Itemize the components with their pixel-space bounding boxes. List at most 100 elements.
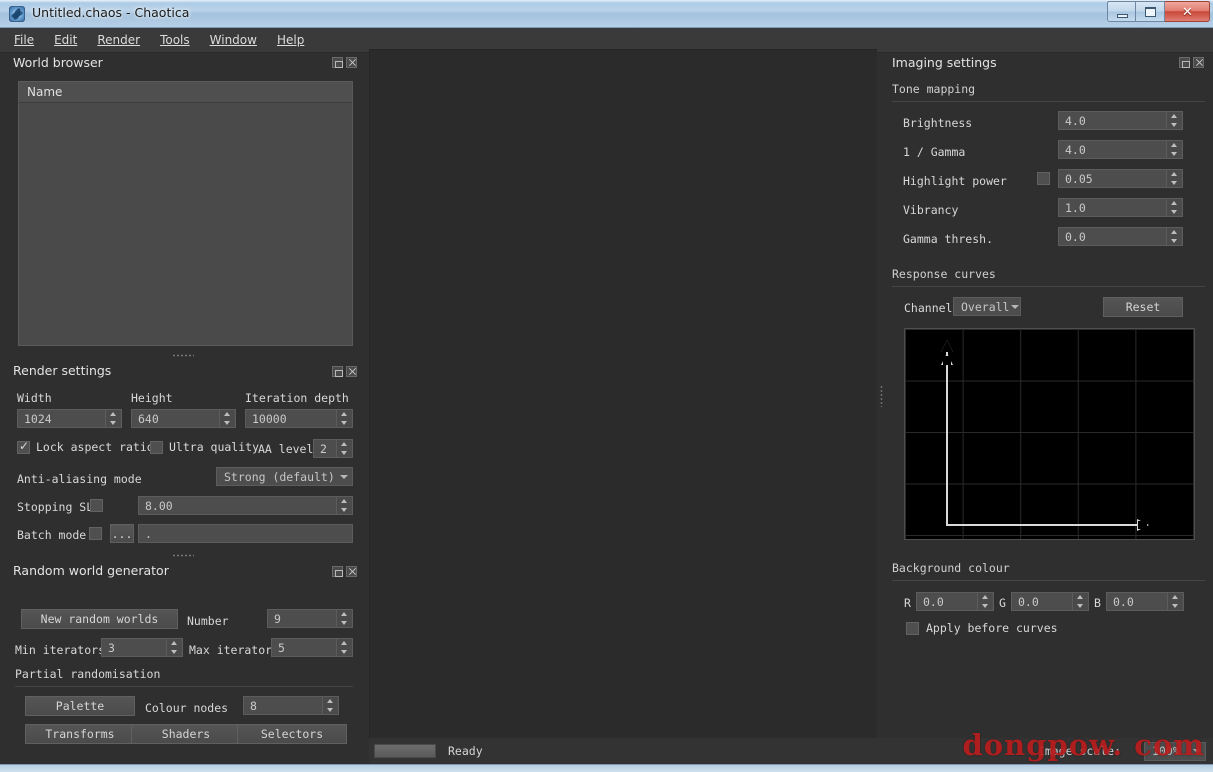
gamma-input[interactable]: 4.0: [1058, 140, 1183, 159]
iteration-depth-input[interactable]: 10000: [245, 409, 353, 428]
number-stepper[interactable]: [336, 610, 351, 627]
highlight-power-input[interactable]: 0.05: [1058, 169, 1183, 188]
colour-nodes-stepper[interactable]: [322, 697, 337, 714]
width-input[interactable]: 1024: [17, 409, 122, 428]
width-value: 1024: [18, 412, 105, 426]
world-browser-float-icon[interactable]: [332, 57, 343, 68]
render-viewport[interactable]: [369, 49, 877, 738]
menu-render[interactable]: Render: [97, 31, 150, 49]
iteration-depth-value: 10000: [246, 412, 336, 426]
render-settings-splitter[interactable]: [0, 551, 365, 560]
max-iterators-label: Max iterators: [189, 643, 279, 657]
random-world-generator-float-icon[interactable]: [332, 566, 343, 577]
background-colour-divider: [892, 580, 1205, 581]
iteration-depth-stepper[interactable]: [336, 410, 351, 427]
bg-b-stepper[interactable]: [1167, 593, 1182, 610]
vibrancy-stepper[interactable]: [1166, 199, 1181, 216]
menu-file[interactable]: File: [14, 31, 44, 49]
maximize-button[interactable]: [1136, 1, 1165, 22]
world-browser-list[interactable]: Name: [18, 81, 353, 346]
menu-tools[interactable]: Tools: [160, 31, 200, 49]
colour-nodes-input[interactable]: 8: [243, 696, 339, 715]
world-browser-close-icon[interactable]: [346, 57, 357, 68]
bg-g-input[interactable]: 0.0: [1011, 592, 1089, 611]
batch-mode-checkbox[interactable]: [89, 527, 102, 540]
render-settings-float-icon[interactable]: [332, 366, 343, 377]
world-browser-dock-controls: [332, 57, 357, 68]
menu-help[interactable]: Help: [277, 31, 314, 49]
window-controls: ✕: [1107, 1, 1210, 22]
max-iterators-stepper[interactable]: [336, 639, 351, 656]
transforms-button[interactable]: Transforms: [25, 724, 135, 744]
width-stepper[interactable]: [105, 410, 120, 427]
brightness-stepper[interactable]: [1166, 112, 1181, 129]
splitter-grip: [880, 385, 883, 407]
world-browser-column-name: Name: [27, 85, 62, 99]
minimize-icon: [1117, 14, 1128, 18]
random-world-generator-dock-controls: [332, 566, 357, 577]
highlight-power-stepper[interactable]: [1166, 170, 1181, 187]
max-iterators-input[interactable]: 5: [271, 638, 353, 657]
height-value: 640: [132, 412, 219, 426]
imaging-settings-title: Imaging settings: [892, 55, 997, 70]
title-bar: Untitled.chaos - Chaotica ✕: [0, 0, 1213, 28]
iteration-depth-label: Iteration depth: [245, 391, 349, 405]
bg-g-value: 0.0: [1012, 595, 1072, 609]
bg-g-stepper[interactable]: [1072, 593, 1087, 610]
minimize-button[interactable]: [1107, 1, 1136, 22]
left-dock-column: World browser Name Render settings Width…: [0, 53, 365, 764]
vibrancy-input[interactable]: 1.0: [1058, 198, 1183, 217]
min-iterators-label: Min iterators: [15, 643, 105, 657]
render-canvas[interactable]: [372, 52, 875, 736]
stopping-sl-checkbox[interactable]: [90, 499, 103, 512]
stopping-sl-input[interactable]: 8.00: [138, 496, 353, 515]
stopping-sl-stepper[interactable]: [336, 497, 351, 514]
menu-edit[interactable]: Edit: [54, 31, 87, 49]
shaders-button[interactable]: Shaders: [131, 724, 241, 744]
response-curve-editor[interactable]: [904, 328, 1195, 540]
min-iterators-stepper[interactable]: [166, 639, 181, 656]
brightness-input[interactable]: 4.0: [1058, 111, 1183, 130]
height-input[interactable]: 640: [131, 409, 236, 428]
batch-browse-button[interactable]: ...: [110, 524, 134, 543]
aa-level-stepper[interactable]: [336, 440, 351, 457]
bg-b-input[interactable]: 0.0: [1106, 592, 1184, 611]
bg-r-input[interactable]: 0.0: [916, 592, 994, 611]
menu-window[interactable]: Window: [210, 31, 267, 49]
batch-path-input[interactable]: .: [138, 524, 353, 543]
tone-mapping-divider: [892, 101, 1205, 102]
highlight-power-checkbox[interactable]: [1037, 172, 1050, 185]
ultra-quality-checkbox[interactable]: [150, 441, 163, 454]
new-random-worlds-button[interactable]: New random worlds: [21, 609, 178, 629]
imaging-settings-close-icon[interactable]: [1193, 57, 1204, 68]
lock-aspect-ratio-checkbox[interactable]: [17, 441, 30, 454]
imaging-settings-float-icon[interactable]: [1179, 57, 1190, 68]
ultra-quality-label: Ultra quality: [169, 440, 259, 454]
close-button[interactable]: ✕: [1165, 1, 1210, 22]
bg-r-stepper[interactable]: [977, 593, 992, 610]
number-input[interactable]: 9: [267, 609, 353, 628]
selectors-button[interactable]: Selectors: [237, 724, 347, 744]
aa-level-label: AA level: [258, 442, 313, 456]
channel-select[interactable]: Overall: [953, 297, 1021, 316]
anti-aliasing-mode-select[interactable]: Strong (default): [216, 467, 353, 486]
gamma-thresh-stepper[interactable]: [1166, 228, 1181, 245]
gamma-stepper[interactable]: [1166, 141, 1181, 158]
image-scale-select[interactable]: 100%: [1144, 742, 1206, 761]
world-browser-column-header[interactable]: Name: [19, 82, 352, 103]
render-settings-close-icon[interactable]: [346, 366, 357, 377]
splitter-grip: [172, 354, 194, 357]
palette-button[interactable]: Palette: [25, 696, 135, 716]
height-stepper[interactable]: [219, 410, 234, 427]
imaging-settings-dock-controls: [1179, 57, 1204, 68]
world-browser-list-body[interactable]: [19, 103, 352, 344]
apply-before-curves-checkbox[interactable]: [906, 622, 919, 635]
reset-curves-button[interactable]: Reset: [1103, 297, 1183, 317]
min-iterators-input[interactable]: 3: [101, 638, 183, 657]
min-iterators-value: 3: [102, 641, 166, 655]
aa-level-input[interactable]: 2: [313, 439, 353, 458]
lock-aspect-ratio-label: Lock aspect ratio: [36, 440, 154, 454]
gamma-thresh-input[interactable]: 0.0: [1058, 227, 1183, 246]
random-world-generator-close-icon[interactable]: [346, 566, 357, 577]
world-browser-splitter[interactable]: [0, 351, 365, 360]
